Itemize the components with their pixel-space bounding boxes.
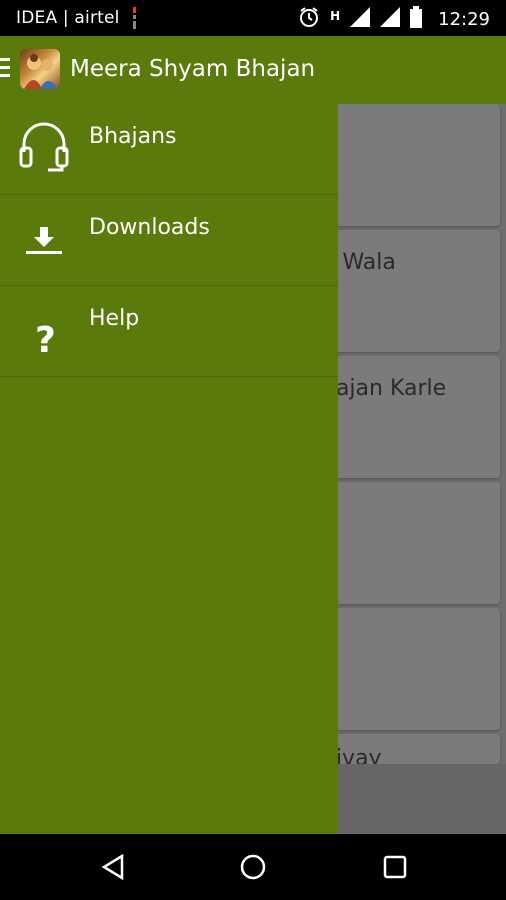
back-icon[interactable] bbox=[98, 852, 128, 882]
hamburger-icon[interactable] bbox=[0, 58, 10, 80]
alarm-icon bbox=[298, 6, 320, 33]
status-bar: IDEA | airtel H 12:29 bbox=[0, 0, 506, 36]
app-title: Meera Shyam Bhajan bbox=[70, 56, 316, 82]
recents-icon[interactable] bbox=[380, 852, 410, 882]
signal-activity-icon bbox=[131, 7, 139, 34]
drawer-item-downloads[interactable]: Downloads bbox=[0, 195, 338, 286]
signal-icon bbox=[350, 7, 371, 32]
list-item-label: hajan Karle bbox=[322, 376, 447, 401]
drawer-item-label: Downloads bbox=[89, 215, 210, 240]
drawer-item-bhajans[interactable]: Bhajans bbox=[0, 104, 338, 195]
drawer-item-label: Bhajans bbox=[89, 124, 177, 149]
signal-icon-2 bbox=[380, 7, 401, 32]
system-nav-bar bbox=[0, 834, 506, 900]
app-bar: Meera Shyam Bhajan bbox=[0, 36, 506, 104]
download-icon bbox=[18, 209, 70, 265]
navigation-drawer: Bhajans Downloads ? Help bbox=[0, 104, 338, 834]
carrier-name: IDEA | airtel bbox=[16, 8, 120, 28]
help-icon: ? bbox=[18, 300, 70, 361]
svg-text:?: ? bbox=[35, 320, 56, 356]
home-icon[interactable] bbox=[238, 852, 268, 882]
clock: 12:29 bbox=[438, 9, 490, 30]
drawer-item-label: Help bbox=[89, 306, 140, 331]
battery-icon bbox=[410, 6, 423, 33]
app-logo[interactable] bbox=[20, 49, 60, 89]
drawer-item-help[interactable]: ? Help bbox=[0, 286, 338, 377]
headphones-icon bbox=[18, 118, 70, 174]
network-type-label: H bbox=[330, 8, 341, 23]
